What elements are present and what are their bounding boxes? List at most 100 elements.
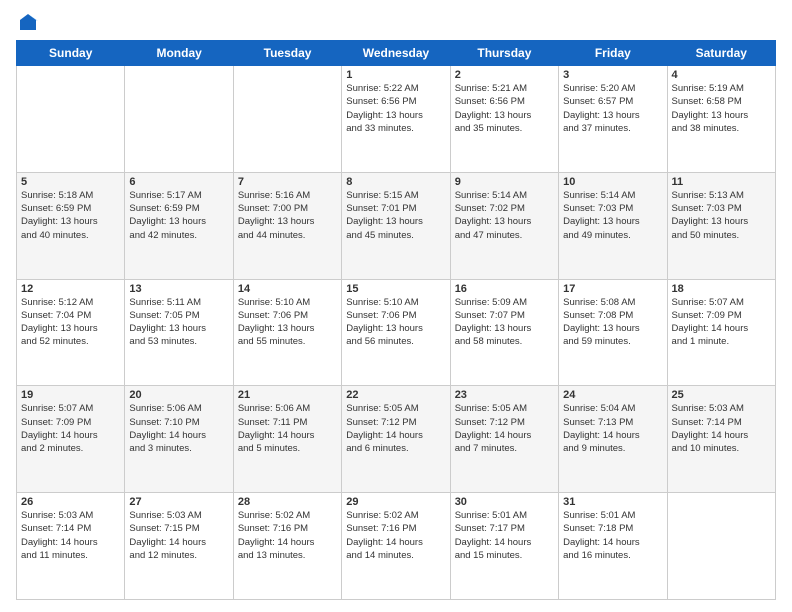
day-number: 5 bbox=[21, 176, 120, 188]
day-number: 26 bbox=[21, 496, 120, 508]
day-header-friday: Friday bbox=[559, 41, 667, 66]
calendar-day-26: 26Sunrise: 5:03 AM Sunset: 7:14 PM Dayli… bbox=[17, 493, 125, 600]
calendar-week-5: 26Sunrise: 5:03 AM Sunset: 7:14 PM Dayli… bbox=[17, 493, 776, 600]
day-info: Sunrise: 5:07 AM Sunset: 7:09 PM Dayligh… bbox=[21, 402, 120, 455]
day-info: Sunrise: 5:06 AM Sunset: 7:10 PM Dayligh… bbox=[129, 402, 228, 455]
day-info: Sunrise: 5:21 AM Sunset: 6:56 PM Dayligh… bbox=[455, 82, 554, 135]
calendar-day-14: 14Sunrise: 5:10 AM Sunset: 7:06 PM Dayli… bbox=[233, 279, 341, 386]
calendar-day-28: 28Sunrise: 5:02 AM Sunset: 7:16 PM Dayli… bbox=[233, 493, 341, 600]
header bbox=[16, 12, 776, 32]
day-header-sunday: Sunday bbox=[17, 41, 125, 66]
calendar-week-4: 19Sunrise: 5:07 AM Sunset: 7:09 PM Dayli… bbox=[17, 386, 776, 493]
calendar-day-22: 22Sunrise: 5:05 AM Sunset: 7:12 PM Dayli… bbox=[342, 386, 450, 493]
calendar-day-12: 12Sunrise: 5:12 AM Sunset: 7:04 PM Dayli… bbox=[17, 279, 125, 386]
day-info: Sunrise: 5:09 AM Sunset: 7:07 PM Dayligh… bbox=[455, 296, 554, 349]
calendar-empty bbox=[17, 66, 125, 173]
calendar-day-11: 11Sunrise: 5:13 AM Sunset: 7:03 PM Dayli… bbox=[667, 172, 775, 279]
day-info: Sunrise: 5:12 AM Sunset: 7:04 PM Dayligh… bbox=[21, 296, 120, 349]
day-info: Sunrise: 5:18 AM Sunset: 6:59 PM Dayligh… bbox=[21, 189, 120, 242]
day-number: 30 bbox=[455, 496, 554, 508]
day-info: Sunrise: 5:11 AM Sunset: 7:05 PM Dayligh… bbox=[129, 296, 228, 349]
calendar-day-4: 4Sunrise: 5:19 AM Sunset: 6:58 PM Daylig… bbox=[667, 66, 775, 173]
calendar-day-20: 20Sunrise: 5:06 AM Sunset: 7:10 PM Dayli… bbox=[125, 386, 233, 493]
day-number: 21 bbox=[238, 389, 337, 401]
day-info: Sunrise: 5:22 AM Sunset: 6:56 PM Dayligh… bbox=[346, 82, 445, 135]
calendar-week-1: 1Sunrise: 5:22 AM Sunset: 6:56 PM Daylig… bbox=[17, 66, 776, 173]
calendar-day-29: 29Sunrise: 5:02 AM Sunset: 7:16 PM Dayli… bbox=[342, 493, 450, 600]
day-info: Sunrise: 5:01 AM Sunset: 7:17 PM Dayligh… bbox=[455, 509, 554, 562]
calendar-week-3: 12Sunrise: 5:12 AM Sunset: 7:04 PM Dayli… bbox=[17, 279, 776, 386]
calendar-day-3: 3Sunrise: 5:20 AM Sunset: 6:57 PM Daylig… bbox=[559, 66, 667, 173]
day-header-tuesday: Tuesday bbox=[233, 41, 341, 66]
day-info: Sunrise: 5:15 AM Sunset: 7:01 PM Dayligh… bbox=[346, 189, 445, 242]
day-number: 6 bbox=[129, 176, 228, 188]
day-number: 31 bbox=[563, 496, 662, 508]
day-number: 20 bbox=[129, 389, 228, 401]
calendar-day-23: 23Sunrise: 5:05 AM Sunset: 7:12 PM Dayli… bbox=[450, 386, 558, 493]
day-number: 23 bbox=[455, 389, 554, 401]
calendar-day-1: 1Sunrise: 5:22 AM Sunset: 6:56 PM Daylig… bbox=[342, 66, 450, 173]
day-number: 28 bbox=[238, 496, 337, 508]
day-info: Sunrise: 5:02 AM Sunset: 7:16 PM Dayligh… bbox=[238, 509, 337, 562]
day-number: 17 bbox=[563, 283, 662, 295]
day-number: 2 bbox=[455, 69, 554, 81]
calendar-day-9: 9Sunrise: 5:14 AM Sunset: 7:02 PM Daylig… bbox=[450, 172, 558, 279]
day-info: Sunrise: 5:20 AM Sunset: 6:57 PM Dayligh… bbox=[563, 82, 662, 135]
calendar-day-5: 5Sunrise: 5:18 AM Sunset: 6:59 PM Daylig… bbox=[17, 172, 125, 279]
calendar-day-8: 8Sunrise: 5:15 AM Sunset: 7:01 PM Daylig… bbox=[342, 172, 450, 279]
day-info: Sunrise: 5:19 AM Sunset: 6:58 PM Dayligh… bbox=[672, 82, 771, 135]
day-number: 14 bbox=[238, 283, 337, 295]
day-number: 19 bbox=[21, 389, 120, 401]
day-info: Sunrise: 5:17 AM Sunset: 6:59 PM Dayligh… bbox=[129, 189, 228, 242]
day-header-wednesday: Wednesday bbox=[342, 41, 450, 66]
day-info: Sunrise: 5:05 AM Sunset: 7:12 PM Dayligh… bbox=[346, 402, 445, 455]
day-number: 12 bbox=[21, 283, 120, 295]
calendar-day-6: 6Sunrise: 5:17 AM Sunset: 6:59 PM Daylig… bbox=[125, 172, 233, 279]
day-info: Sunrise: 5:14 AM Sunset: 7:02 PM Dayligh… bbox=[455, 189, 554, 242]
calendar-day-17: 17Sunrise: 5:08 AM Sunset: 7:08 PM Dayli… bbox=[559, 279, 667, 386]
day-number: 7 bbox=[238, 176, 337, 188]
day-number: 29 bbox=[346, 496, 445, 508]
day-number: 15 bbox=[346, 283, 445, 295]
day-number: 8 bbox=[346, 176, 445, 188]
day-number: 22 bbox=[346, 389, 445, 401]
calendar-day-16: 16Sunrise: 5:09 AM Sunset: 7:07 PM Dayli… bbox=[450, 279, 558, 386]
calendar-day-25: 25Sunrise: 5:03 AM Sunset: 7:14 PM Dayli… bbox=[667, 386, 775, 493]
calendar-day-15: 15Sunrise: 5:10 AM Sunset: 7:06 PM Dayli… bbox=[342, 279, 450, 386]
calendar-table: SundayMondayTuesdayWednesdayThursdayFrid… bbox=[16, 40, 776, 600]
calendar-day-21: 21Sunrise: 5:06 AM Sunset: 7:11 PM Dayli… bbox=[233, 386, 341, 493]
day-info: Sunrise: 5:03 AM Sunset: 7:15 PM Dayligh… bbox=[129, 509, 228, 562]
calendar-day-24: 24Sunrise: 5:04 AM Sunset: 7:13 PM Dayli… bbox=[559, 386, 667, 493]
day-number: 27 bbox=[129, 496, 228, 508]
calendar-day-13: 13Sunrise: 5:11 AM Sunset: 7:05 PM Dayli… bbox=[125, 279, 233, 386]
day-number: 16 bbox=[455, 283, 554, 295]
logo bbox=[16, 12, 38, 32]
day-number: 13 bbox=[129, 283, 228, 295]
calendar-empty bbox=[125, 66, 233, 173]
day-info: Sunrise: 5:03 AM Sunset: 7:14 PM Dayligh… bbox=[672, 402, 771, 455]
day-info: Sunrise: 5:10 AM Sunset: 7:06 PM Dayligh… bbox=[238, 296, 337, 349]
day-header-monday: Monday bbox=[125, 41, 233, 66]
day-number: 18 bbox=[672, 283, 771, 295]
day-info: Sunrise: 5:01 AM Sunset: 7:18 PM Dayligh… bbox=[563, 509, 662, 562]
day-number: 3 bbox=[563, 69, 662, 81]
day-info: Sunrise: 5:08 AM Sunset: 7:08 PM Dayligh… bbox=[563, 296, 662, 349]
day-info: Sunrise: 5:06 AM Sunset: 7:11 PM Dayligh… bbox=[238, 402, 337, 455]
day-header-thursday: Thursday bbox=[450, 41, 558, 66]
calendar-empty bbox=[233, 66, 341, 173]
day-info: Sunrise: 5:04 AM Sunset: 7:13 PM Dayligh… bbox=[563, 402, 662, 455]
calendar-day-2: 2Sunrise: 5:21 AM Sunset: 6:56 PM Daylig… bbox=[450, 66, 558, 173]
logo-icon bbox=[18, 12, 38, 32]
day-number: 9 bbox=[455, 176, 554, 188]
calendar-empty bbox=[667, 493, 775, 600]
day-info: Sunrise: 5:05 AM Sunset: 7:12 PM Dayligh… bbox=[455, 402, 554, 455]
day-number: 1 bbox=[346, 69, 445, 81]
calendar-week-2: 5Sunrise: 5:18 AM Sunset: 6:59 PM Daylig… bbox=[17, 172, 776, 279]
calendar-day-27: 27Sunrise: 5:03 AM Sunset: 7:15 PM Dayli… bbox=[125, 493, 233, 600]
calendar-day-7: 7Sunrise: 5:16 AM Sunset: 7:00 PM Daylig… bbox=[233, 172, 341, 279]
calendar-day-30: 30Sunrise: 5:01 AM Sunset: 7:17 PM Dayli… bbox=[450, 493, 558, 600]
day-info: Sunrise: 5:02 AM Sunset: 7:16 PM Dayligh… bbox=[346, 509, 445, 562]
day-info: Sunrise: 5:03 AM Sunset: 7:14 PM Dayligh… bbox=[21, 509, 120, 562]
calendar-day-18: 18Sunrise: 5:07 AM Sunset: 7:09 PM Dayli… bbox=[667, 279, 775, 386]
day-number: 4 bbox=[672, 69, 771, 81]
